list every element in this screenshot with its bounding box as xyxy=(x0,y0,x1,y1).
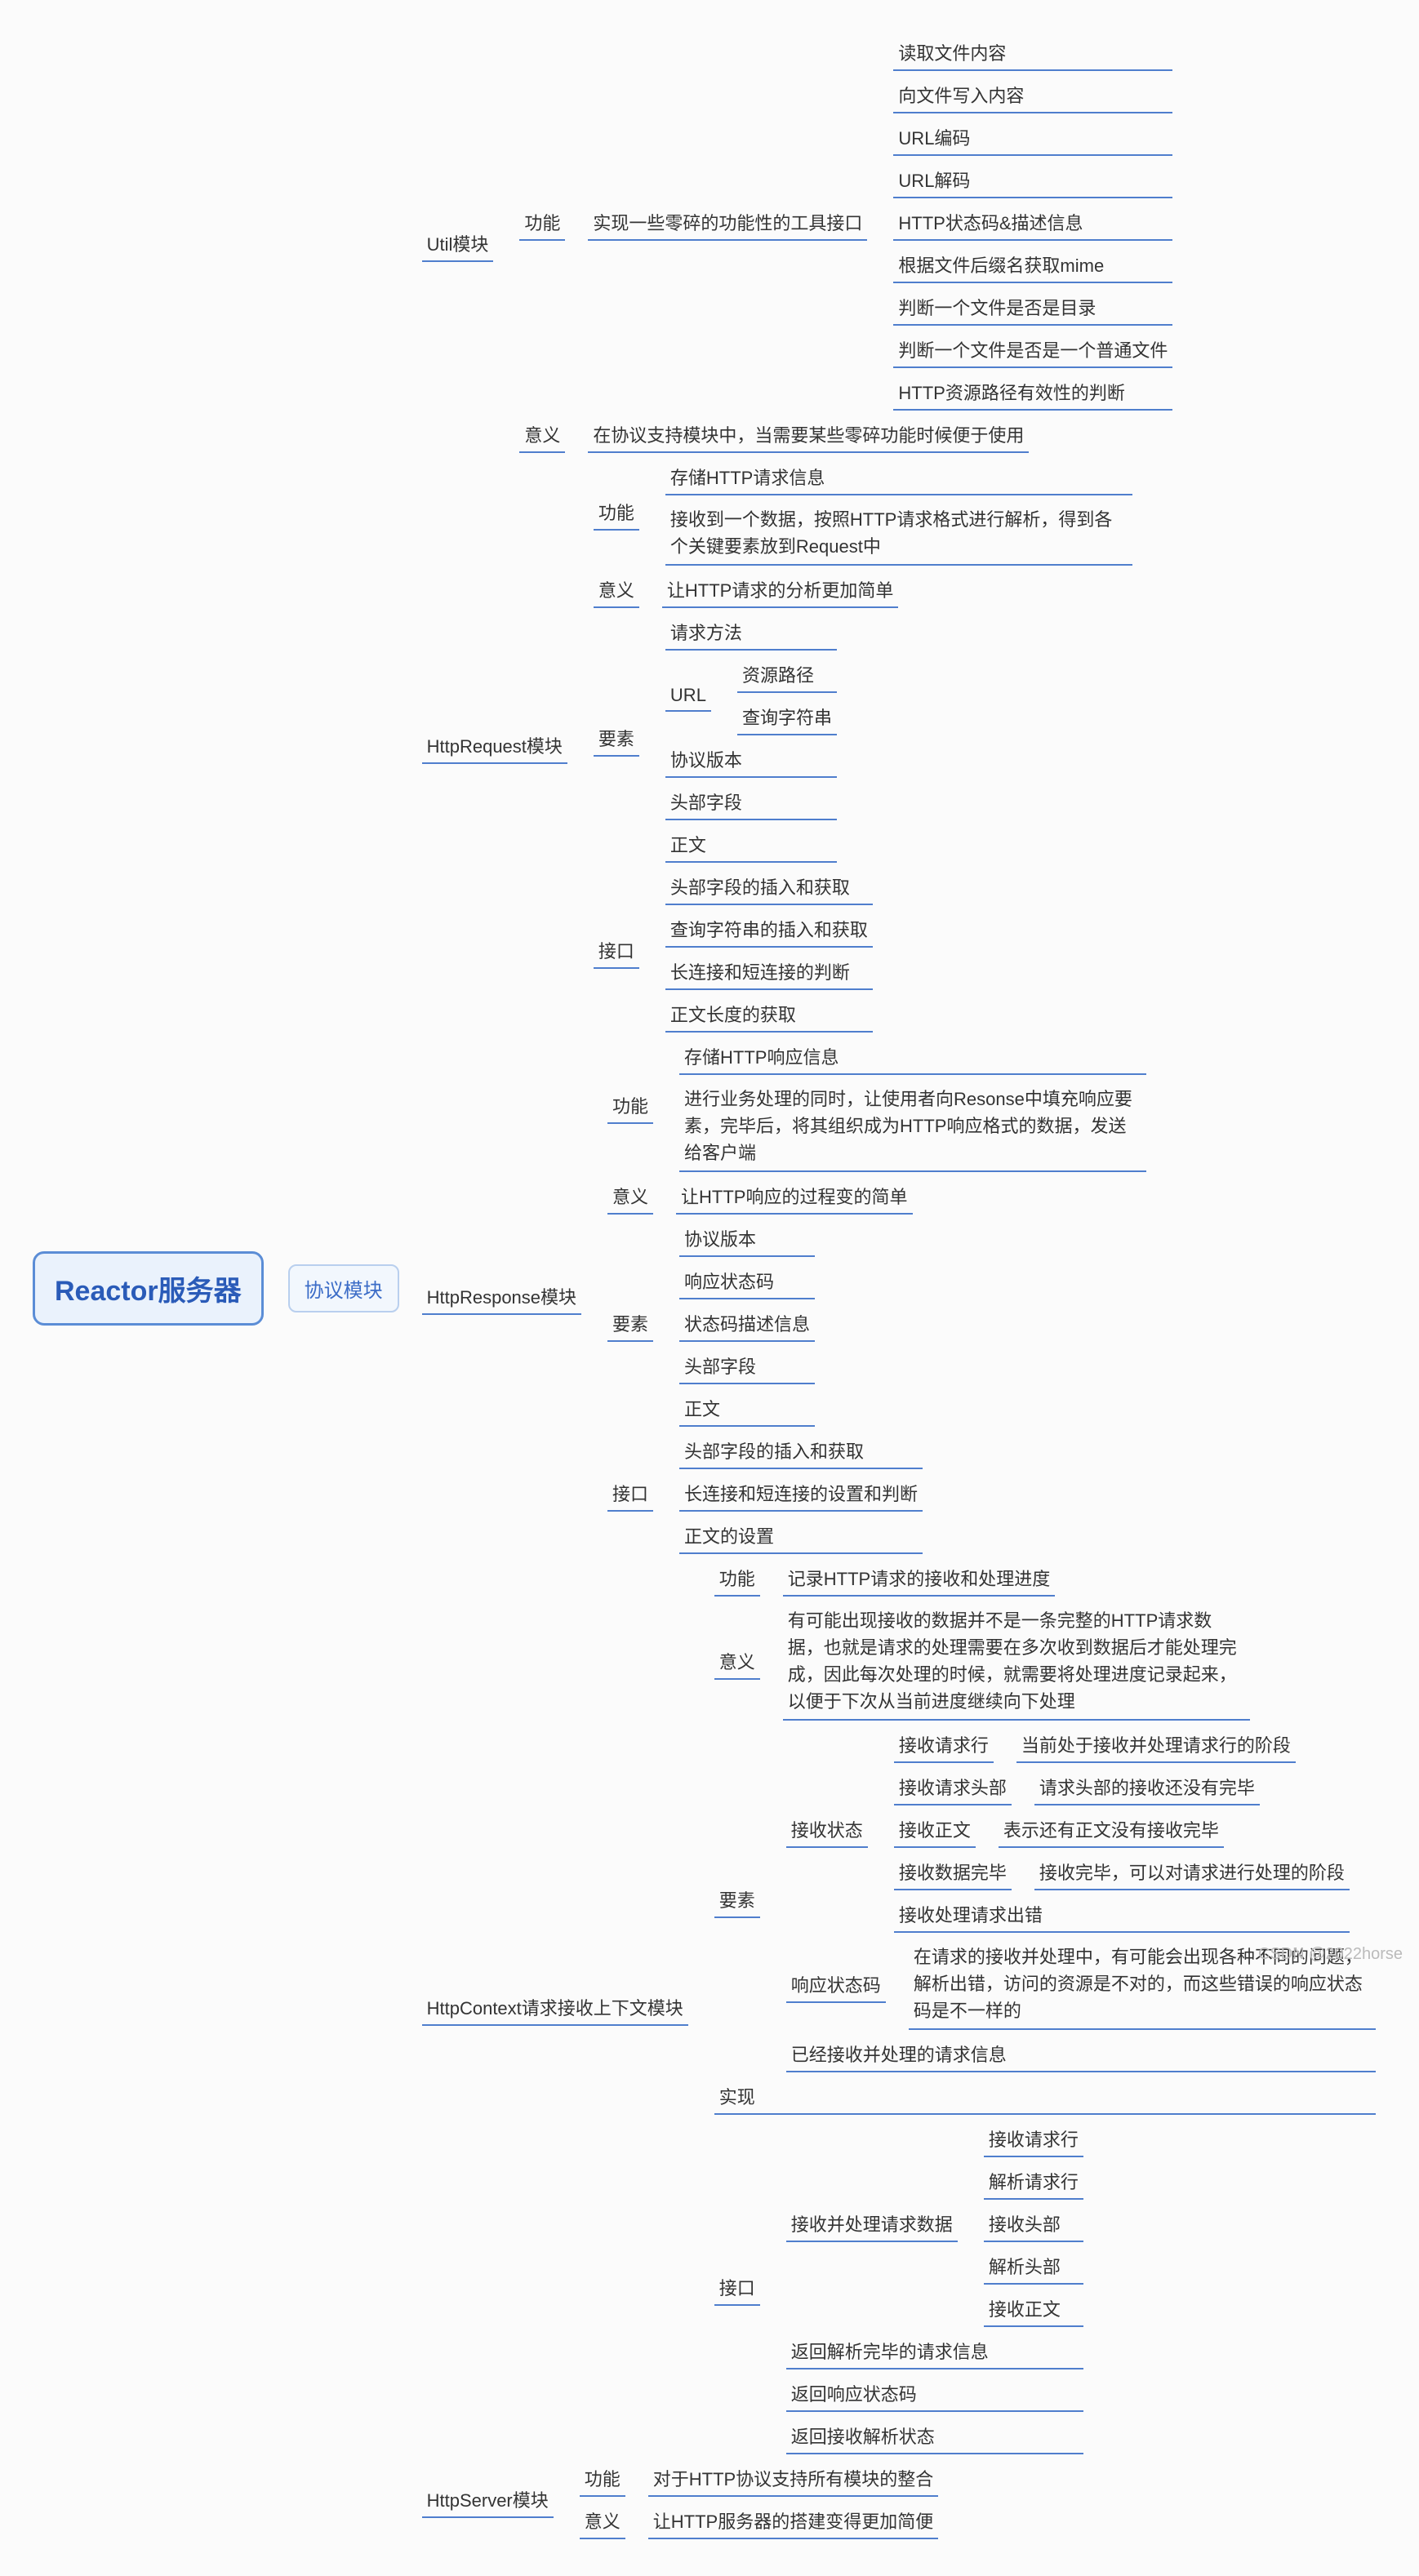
res-sig-label: 意义 xyxy=(607,1180,653,1215)
req-header: 头部字段 xyxy=(665,786,837,820)
recv-state: 接收数据完毕 xyxy=(894,1856,1012,1890)
req-if-item: 查询字符串的插入和获取 xyxy=(665,913,873,948)
req-elem-label: 要素 xyxy=(594,722,639,757)
res-if-item: 长连接和短连接的设置和判断 xyxy=(679,1477,923,1512)
recv-state: 接收处理请求出错 xyxy=(894,1899,1350,1933)
ctx-proc-item: 接收请求行 xyxy=(984,2123,1083,2157)
srv-sig-desc: 让HTTP服务器的搭建变得更加简便 xyxy=(648,2505,938,2539)
ctx-proc-item: 接收头部 xyxy=(984,2208,1083,2242)
res-elem-item: 状态码描述信息 xyxy=(679,1308,815,1342)
ctx-if-item: 返回解析完毕的请求信息 xyxy=(786,2335,1083,2369)
req-url-query: 查询字符串 xyxy=(737,701,837,735)
srv-title: HttpServer模块 xyxy=(422,2484,554,2518)
recv-state-desc: 当前处于接收并处理请求行的阶段 xyxy=(1016,1729,1296,1763)
req-url: URL xyxy=(665,682,711,712)
srv-fun-label: 功能 xyxy=(580,2463,625,2497)
srv-sig-label: 意义 xyxy=(580,2505,625,2539)
req-if-item: 正文长度的获取 xyxy=(665,998,873,1033)
ctx-sig-label: 意义 xyxy=(714,1646,760,1680)
util-fun-item: 判断一个文件是否是目录 xyxy=(893,291,1172,326)
req-sig-label: 意义 xyxy=(594,574,639,608)
ctx-if-item: 返回接收解析状态 xyxy=(786,2420,1083,2454)
res-if-label: 接口 xyxy=(607,1477,653,1512)
ctx-proc-t: 接收并处理请求数据 xyxy=(786,2208,958,2242)
ctx-proc-item: 解析头部 xyxy=(984,2250,1083,2285)
util-fun-item: 读取文件内容 xyxy=(893,37,1172,71)
req-if-item: 头部字段的插入和获取 xyxy=(665,871,873,905)
ctx-fun-desc: 记录HTTP请求的接收和处理进度 xyxy=(783,1562,1055,1597)
util-fun-item: 向文件写入内容 xyxy=(893,79,1172,113)
util-fun-item: HTTP状态码&描述信息 xyxy=(893,207,1172,241)
recv-state-desc: 请求头部的接收还没有完毕 xyxy=(1034,1771,1260,1805)
req-if-item: 长连接和短连接的判断 xyxy=(665,956,873,990)
util-fun-item: HTTP资源路径有效性的判断 xyxy=(893,376,1172,411)
ctx-if-item: 返回响应状态码 xyxy=(786,2378,1083,2412)
srv-fun-desc: 对于HTTP协议支持所有模块的整合 xyxy=(648,2463,938,2497)
req-url-path: 资源路径 xyxy=(737,659,837,693)
req-fun-item: 存储HTTP请求信息 xyxy=(665,461,1132,495)
protocol-node: 协议模块 xyxy=(288,1264,399,1312)
recv-state: 接收正文 xyxy=(894,1814,976,1848)
server-module: HttpServer模块 功能 对于HTTP协议支持所有模块的整合 意义 让HT… xyxy=(399,2458,1376,2543)
ctx-processed: 已经接收并处理的请求信息 xyxy=(786,2038,1376,2072)
res-elem-item: 协议版本 xyxy=(679,1223,815,1257)
ctx-impl-label: 实现 xyxy=(714,2081,1376,2115)
recv-state-desc: 表示还有正文没有接收完毕 xyxy=(999,1814,1224,1848)
util-fun-desc: 实现一些零碎的功能性的工具接口 xyxy=(588,207,867,241)
req-title: HttpRequest模块 xyxy=(422,730,567,764)
ctx-proc-item: 接收正文 xyxy=(984,2293,1083,2327)
ctx-recv-label: 接收状态 xyxy=(786,1814,868,1848)
util-title: Util模块 xyxy=(422,228,494,262)
util-sig-desc: 在协议支持模块中，当需要某些零碎功能时候便于使用 xyxy=(588,419,1029,453)
res-elem-item: 响应状态码 xyxy=(679,1265,815,1299)
res-elem-label: 要素 xyxy=(607,1308,653,1342)
res-elem-item: 头部字段 xyxy=(679,1350,815,1384)
res-sig-desc: 让HTTP响应的过程变的简单 xyxy=(676,1180,912,1215)
watermark: CSDN @2022horse xyxy=(1258,1945,1403,1964)
request-module: HttpRequest模块 功能 存储HTTP请求信息 接收到一个数据，按照HT… xyxy=(399,457,1376,1037)
mindmap: Reactor服务器 协议模块 Util模块 功能 实现一些零碎的功能性的工具接… xyxy=(33,33,1386,2543)
res-if-item: 头部字段的插入和获取 xyxy=(679,1435,923,1469)
util-fun-item: 判断一个文件是否是一个普通文件 xyxy=(893,334,1172,368)
req-method: 请求方法 xyxy=(665,616,837,651)
ctx-elem-label: 要素 xyxy=(714,1884,760,1918)
res-fun-item: 存储HTTP响应信息 xyxy=(679,1041,1146,1075)
ctx-sig-desc: 有可能出现接收的数据并不是一条完整的HTTP请求数据，也就是请求的处理需要在多次… xyxy=(783,1605,1250,1721)
ctx-title: HttpContext请求接收上下文模块 xyxy=(422,1992,688,2026)
util-sig-label: 意义 xyxy=(519,419,565,453)
util-module: Util模块 功能 实现一些零碎的功能性的工具接口 读取文件内容 向文件写入内容… xyxy=(399,33,1376,457)
res-elem-item: 正文 xyxy=(679,1392,815,1427)
req-fun-label: 功能 xyxy=(594,496,639,531)
req-version: 协议版本 xyxy=(665,744,837,778)
util-fun-item: 根据文件后缀名获取mime xyxy=(893,249,1172,283)
req-sig-desc: 让HTTP请求的分析更加简单 xyxy=(662,574,898,608)
recv-state: 接收请求行 xyxy=(894,1729,994,1763)
ctx-proc-item: 解析请求行 xyxy=(984,2165,1083,2200)
req-if-label: 接口 xyxy=(594,935,639,969)
util-fun-item: URL解码 xyxy=(893,164,1172,198)
response-module: HttpResponse模块 功能 存储HTTP响应信息 进行业务处理的同时，让… xyxy=(399,1037,1376,1558)
context-module: HttpContext请求接收上下文模块 功能 记录HTTP请求的接收和处理进度… xyxy=(399,1558,1376,2458)
res-if-item: 正文的设置 xyxy=(679,1520,923,1554)
res-title: HttpResponse模块 xyxy=(422,1281,581,1315)
req-fun-item: 接收到一个数据，按照HTTP请求格式进行解析，得到各个关键要素放到Request… xyxy=(665,504,1132,566)
root-node: Reactor服务器 xyxy=(33,1251,264,1326)
recv-state-desc: 接收完毕，可以对请求进行处理的阶段 xyxy=(1034,1856,1350,1890)
res-fun-label: 功能 xyxy=(607,1090,653,1124)
ctx-if-label: 接口 xyxy=(714,2272,760,2306)
res-fun-item: 进行业务处理的同时，让使用者向Resonse中填充响应要素，完毕后，将其组织成为… xyxy=(679,1083,1146,1172)
recv-state: 接收请求头部 xyxy=(894,1771,1012,1805)
ctx-fun-label: 功能 xyxy=(714,1562,760,1597)
req-body: 正文 xyxy=(665,828,837,863)
util-fun-item: URL编码 xyxy=(893,122,1172,156)
util-fun-label: 功能 xyxy=(519,207,565,241)
